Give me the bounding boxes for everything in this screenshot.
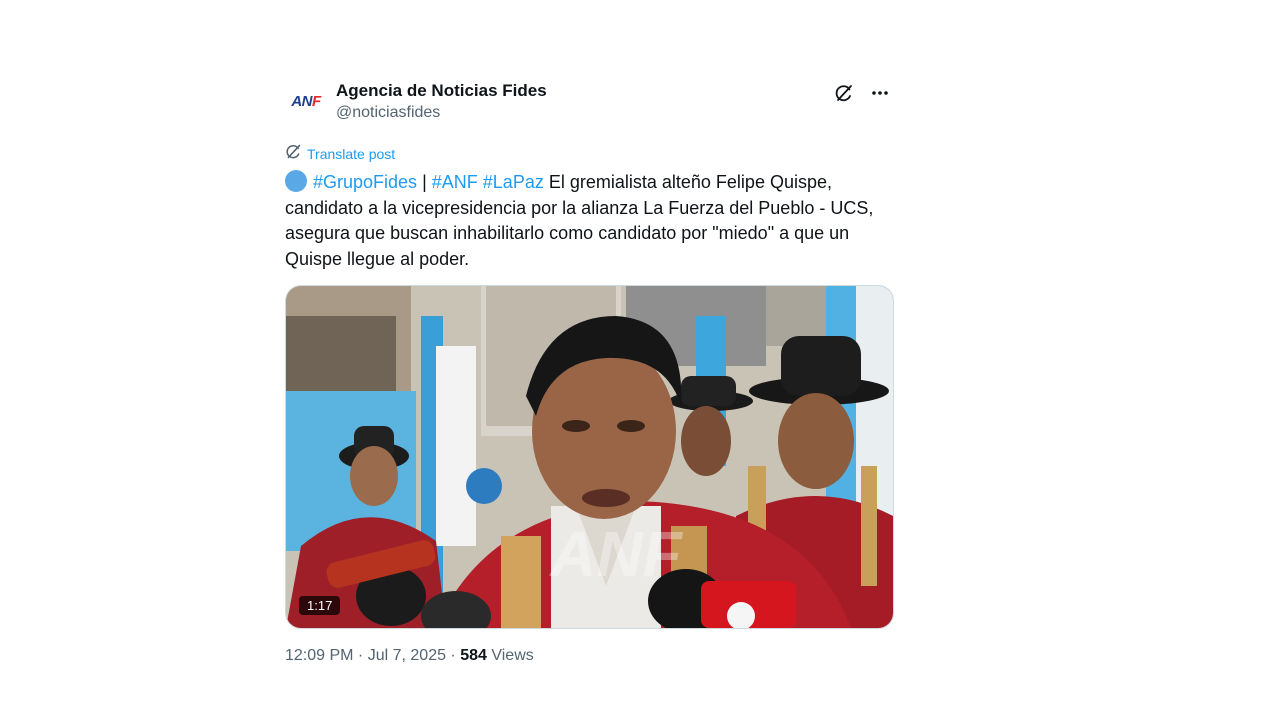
blue-circle-emoji [285, 170, 307, 192]
author-info: Agencia de Noticias Fides @noticiasfides [336, 81, 547, 124]
meta-separator: · [353, 647, 368, 664]
author-handle[interactable]: @noticiasfides [336, 102, 547, 124]
grok-icon[interactable] [832, 81, 856, 105]
views-label: Views [486, 647, 534, 664]
post-text: #GrupoFides | #ANF #LaPaz El gremialista… [285, 170, 897, 272]
hashtag-grupofides[interactable]: #GrupoFides [313, 172, 417, 192]
separator: | [417, 172, 432, 192]
views-count: 584 [460, 647, 487, 664]
video-thumbnail: ANF [286, 286, 893, 628]
anf-watermark: ANF [548, 518, 683, 590]
meta-separator: · [445, 647, 461, 664]
post: ANF Agencia de Noticias Fides @noticiasf… [285, 76, 894, 664]
header-actions [832, 81, 892, 105]
anf-logo: ANF [291, 92, 321, 110]
video-duration-badge: 1:17 [299, 596, 341, 615]
post-meta: 12:09 PM · Jul 7, 2025 · 584 Views [285, 647, 534, 665]
post-header: ANF Agencia de Noticias Fides @noticiasf… [285, 76, 892, 128]
post-timestamp-time[interactable]: 12:09 PM [285, 647, 353, 664]
more-options-icon[interactable] [868, 81, 892, 105]
translate-label: Translate post [307, 146, 396, 162]
hashtag-lapaz[interactable]: #LaPaz [483, 172, 544, 192]
translate-icon [285, 143, 302, 165]
post-timestamp-date[interactable]: Jul 7, 2025 [368, 647, 446, 664]
author-display-name[interactable]: Agencia de Noticias Fides [336, 81, 547, 101]
translate-post-button[interactable]: Translate post [285, 143, 395, 165]
video-player[interactable]: ANF 1:17 [285, 285, 894, 629]
hashtag-anf[interactable]: #ANF [432, 172, 478, 192]
avatar[interactable]: ANF [285, 80, 327, 122]
